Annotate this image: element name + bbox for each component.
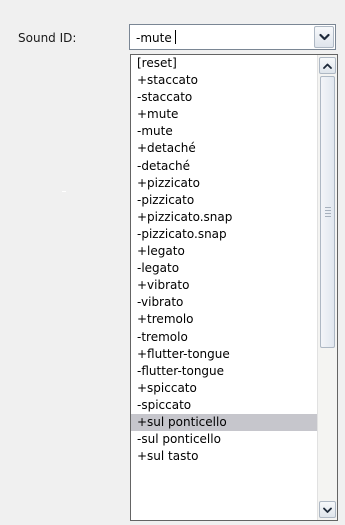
text-caret <box>174 30 176 44</box>
dropdown-option[interactable]: [reset] <box>131 55 317 72</box>
dropdown-option[interactable]: +sul ponticello <box>131 413 317 432</box>
grip-icon <box>325 207 331 219</box>
dropdown-option[interactable]: +legato <box>131 243 317 260</box>
dropdown-option[interactable]: +detaché <box>131 140 317 157</box>
dropdown-option[interactable]: -sul ponticello <box>131 431 317 448</box>
sound-id-label: Sound ID: <box>18 31 77 45</box>
dropdown-option[interactable]: -flutter-tongue <box>131 363 317 380</box>
scroll-up-button[interactable] <box>319 57 336 74</box>
sound-id-combobox[interactable]: -mute <box>129 24 336 50</box>
dropdown-option[interactable]: +pizzicato <box>131 175 317 192</box>
dropdown-option[interactable]: +tremolo <box>131 311 317 328</box>
scroll-up-arrow-icon <box>323 63 332 69</box>
dropdown-option[interactable]: +mute <box>131 106 317 123</box>
dropdown-option[interactable]: -mute <box>131 123 317 140</box>
dropdown-toggle-button[interactable] <box>314 26 334 48</box>
dropdown-option[interactable]: +staccato <box>131 72 317 89</box>
dropdown-option[interactable]: +pizzicato.snap <box>131 209 317 226</box>
dropdown-option[interactable]: -spiccato <box>131 397 317 414</box>
sound-id-dropdown-list[interactable]: [reset] +staccato -staccato +mute -mute +deta… <box>130 54 338 521</box>
vertical-scrollbar[interactable] <box>317 55 337 520</box>
dropdown-option[interactable]: -detaché <box>131 158 317 175</box>
dropdown-option[interactable]: +sul tasto <box>131 448 317 465</box>
divider-fragment <box>62 191 66 192</box>
combo-input[interactable]: -mute <box>136 30 176 45</box>
dropdown-option[interactable]: +flutter-tongue <box>131 346 317 363</box>
scroll-down-arrow-icon <box>323 507 332 513</box>
dropdown-option[interactable]: -staccato <box>131 89 317 106</box>
dropdown-option[interactable]: -legato <box>131 260 317 277</box>
dropdown-option[interactable]: -vibrato <box>131 294 317 311</box>
scrollbar-thumb[interactable] <box>320 76 335 348</box>
chevron-down-icon <box>318 33 330 41</box>
option-list: [reset] +staccato -staccato +mute -mute +deta… <box>131 55 317 520</box>
sound-id-panel: Sound ID: -mute [reset] +staccato -staccat… <box>0 0 345 525</box>
scroll-down-button[interactable] <box>319 501 336 518</box>
dropdown-option[interactable]: +vibrato <box>131 277 317 294</box>
dropdown-option[interactable]: -tremolo <box>131 329 317 346</box>
dropdown-option[interactable]: +spiccato <box>131 380 317 397</box>
combo-value: -mute <box>136 31 172 45</box>
dropdown-option[interactable]: -pizzicato <box>131 192 317 209</box>
dropdown-option[interactable]: -pizzicato.snap <box>131 226 317 243</box>
